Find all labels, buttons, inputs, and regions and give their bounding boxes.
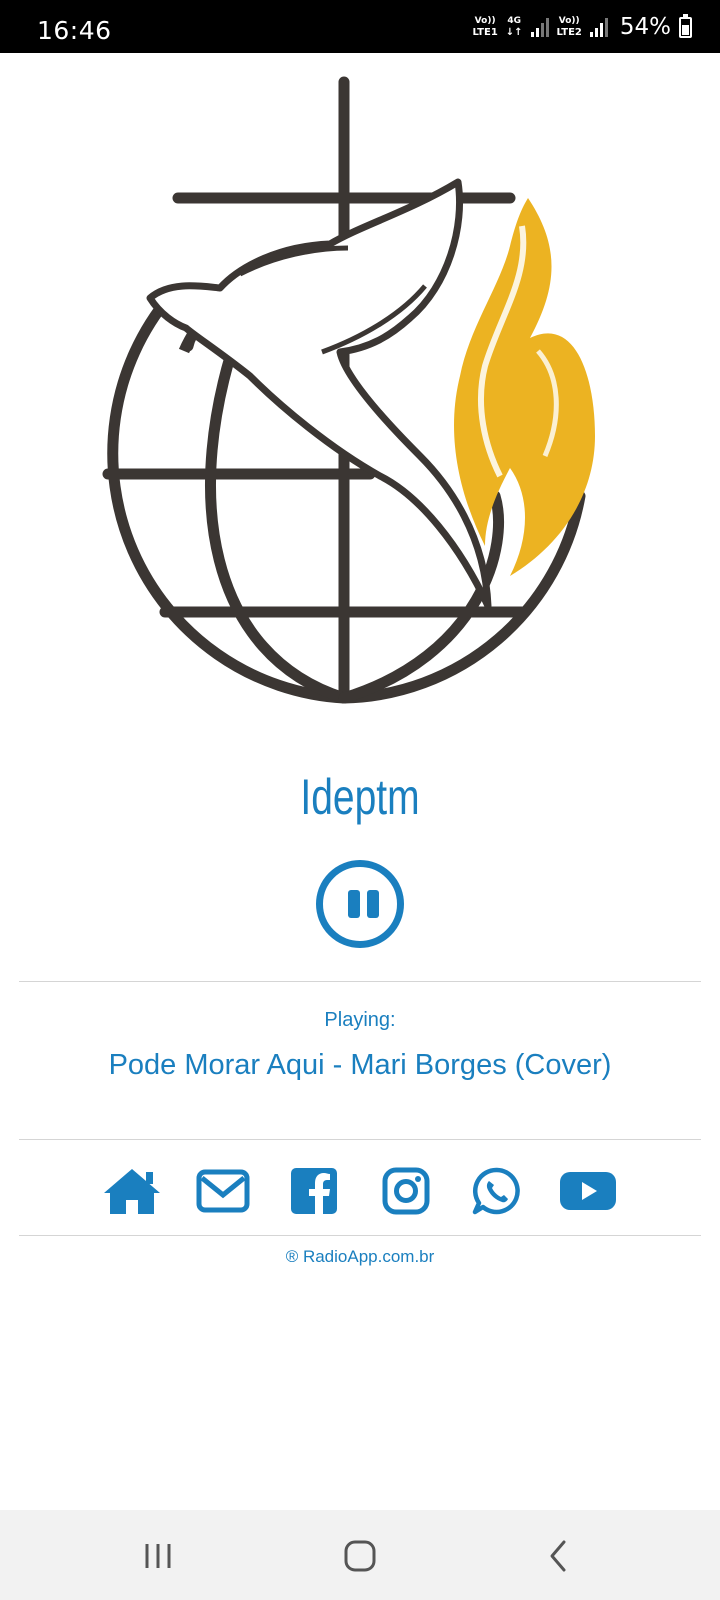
facebook-icon[interactable]	[282, 1164, 346, 1218]
divider	[19, 1139, 701, 1140]
youtube-icon[interactable]	[556, 1164, 620, 1218]
home-icon[interactable]	[100, 1164, 164, 1218]
footer-credit[interactable]: ® RadioApp.com.br	[0, 1247, 720, 1267]
track-title: Pode Morar Aqui - Mari Borges (Cover)	[108, 1049, 612, 1081]
status-bar: 16:46 Vo)) LTE1 4G ↓↑ Vo)) LTE2 54%	[0, 0, 720, 53]
instagram-icon[interactable]	[374, 1164, 438, 1218]
battery-charging-icon	[679, 13, 692, 38]
playing-label: Playing:	[324, 1009, 396, 1031]
signal-icon	[589, 17, 608, 37]
back-icon[interactable]	[540, 1538, 580, 1574]
divider	[19, 981, 701, 982]
sim1-indicator: Vo)) LTE1	[472, 16, 498, 38]
network-type-indicator: 4G ↓↑	[505, 16, 523, 38]
pause-icon	[348, 890, 360, 918]
status-indicators: Vo)) LTE1 4G ↓↑ Vo)) LTE2 54%	[472, 10, 692, 44]
mail-icon[interactable]	[191, 1164, 255, 1218]
pause-button[interactable]	[316, 860, 404, 948]
church-logo	[90, 76, 630, 716]
recent-apps-icon[interactable]	[139, 1538, 179, 1574]
divider	[19, 1235, 701, 1236]
home-nav-icon[interactable]	[340, 1538, 380, 1574]
signal-icon	[530, 17, 549, 37]
station-name: Ideptm	[300, 769, 420, 825]
battery-percentage: 54%	[619, 14, 671, 40]
status-time: 16:46	[37, 16, 112, 45]
whatsapp-icon[interactable]	[465, 1164, 529, 1218]
sim2-indicator: Vo)) LTE2	[556, 16, 582, 38]
social-links	[100, 1162, 620, 1220]
navigation-bar	[0, 1510, 720, 1600]
